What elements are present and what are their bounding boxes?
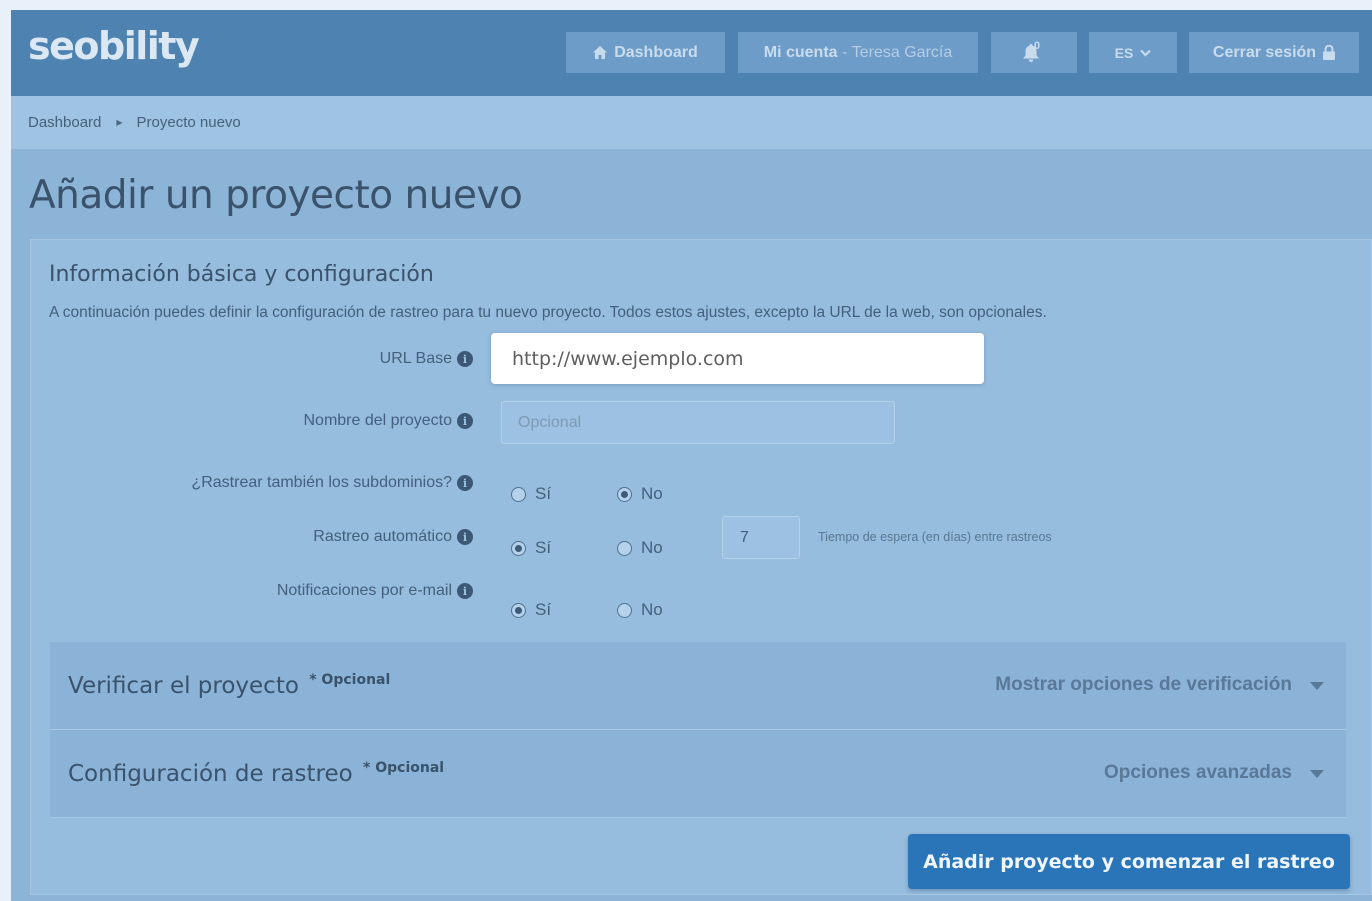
logout-button[interactable]: Cerrar sesión [1189, 32, 1359, 73]
optional-badge: * Opcional [363, 760, 445, 776]
subdomains-label: ¿Rastrear también los subdominios? i [191, 472, 473, 494]
chevron-down-icon [1140, 49, 1152, 57]
seobility-logo[interactable]: seobility [28, 24, 200, 68]
radio-label: Sí [535, 484, 552, 503]
crawl-interval-hint: Tiempo de espera (en días) entre rastreo… [818, 530, 1052, 544]
verify-project-section[interactable]: Verificar el proyecto * Opcional Mostrar… [50, 642, 1346, 729]
auto-crawl-label-text: Rastreo automático [313, 528, 452, 545]
radio-label: No [641, 484, 663, 503]
notifications-button[interactable]: 0 [991, 32, 1077, 73]
info-icon[interactable]: i [457, 583, 473, 599]
subdomains-no-radio[interactable]: No [617, 483, 663, 505]
crawl-interval-days-input[interactable] [722, 516, 800, 559]
optional-badge: * Opcional [309, 672, 391, 688]
radio-circle-checked-icon [617, 486, 632, 502]
auto-crawl-yes-radio[interactable]: Sí [511, 537, 551, 559]
page-title: Añadir un proyecto nuevo [29, 173, 523, 218]
auto-crawl-label: Rastreo automático i [313, 526, 473, 548]
verify-section-title: Verificar el proyecto * Opcional [68, 672, 390, 699]
email-notifications-yes-radio[interactable]: Sí [511, 599, 551, 621]
project-form-panel: Información básica y configuración A con… [30, 239, 1372, 895]
account-nav-button[interactable]: Mi cuenta - Teresa García [738, 32, 978, 73]
verify-options-toggle[interactable]: Mostrar opciones de verificación [995, 674, 1324, 696]
dashboard-nav-button[interactable]: Dashboard [566, 32, 725, 73]
radio-circle-checked-icon [511, 540, 526, 556]
advanced-options-toggle-label: Opciones avanzadas [1104, 762, 1292, 783]
info-icon[interactable]: i [457, 351, 473, 367]
project-name-input[interactable] [501, 401, 895, 444]
advanced-options-toggle[interactable]: Opciones avanzadas [1104, 762, 1324, 784]
language-label: ES [1114, 44, 1134, 61]
verify-options-toggle-label: Mostrar opciones de verificación [995, 674, 1292, 695]
language-dropdown[interactable]: ES [1089, 32, 1177, 73]
subdomains-label-text: ¿Rastrear también los subdominios? [191, 474, 452, 491]
add-project-submit-button[interactable]: Añadir proyecto y comenzar el rastreo [908, 834, 1350, 889]
radio-label: Sí [535, 538, 552, 557]
caret-down-icon [1310, 762, 1324, 784]
url-base-input[interactable] [491, 333, 984, 384]
account-nav-separator: - [837, 43, 852, 61]
caret-down-icon [1310, 674, 1324, 696]
url-base-label: URL Base i [380, 348, 473, 370]
radio-circle-icon [617, 602, 632, 618]
email-notifications-no-radio[interactable]: No [617, 599, 663, 621]
crawl-section-title: Configuración de rastreo * Opcional [68, 760, 444, 787]
verify-section-title-text: Verificar el proyecto [68, 673, 299, 699]
email-notifications-label-text: Notificaciones por e-mail [276, 582, 452, 599]
radio-label: Sí [535, 600, 552, 619]
radio-label: No [641, 538, 663, 557]
home-icon [593, 46, 608, 59]
crawl-config-section[interactable]: Configuración de rastreo * Opcional Opci… [50, 730, 1346, 817]
info-icon[interactable]: i [457, 475, 473, 491]
url-base-label-text: URL Base [379, 350, 452, 367]
dashboard-nav-label: Dashboard [614, 43, 698, 61]
notifications-count: 0 [1033, 39, 1041, 52]
app-window: seobility Dashboard Mi cuenta - Teresa G… [11, 10, 1372, 901]
auto-crawl-no-radio[interactable]: No [617, 537, 663, 559]
project-name-label-text: Nombre del proyecto [303, 412, 452, 429]
account-nav-label: Mi cuenta [763, 43, 838, 61]
radio-circle-icon [511, 486, 526, 502]
project-name-label: Nombre del proyecto i [303, 410, 473, 432]
lock-icon [1323, 45, 1336, 60]
section-divider [50, 817, 1346, 818]
radio-label: No [641, 600, 663, 619]
radio-circle-icon [617, 540, 632, 556]
crawl-section-title-text: Configuración de rastreo [68, 761, 353, 787]
breadcrumb-separator-icon: ▶ [116, 118, 123, 127]
info-icon[interactable]: i [457, 413, 473, 429]
info-icon[interactable]: i [457, 529, 473, 545]
radio-circle-checked-icon [511, 602, 526, 618]
logout-label: Cerrar sesión [1212, 43, 1317, 61]
email-notifications-label: Notificaciones por e-mail i [277, 580, 473, 602]
breadcrumb: Dashboard ▶ Proyecto nuevo [11, 96, 1372, 149]
panel-description: A continuación puedes definir la configu… [49, 304, 1047, 321]
top-navigation-bar: seobility Dashboard Mi cuenta - Teresa G… [11, 10, 1372, 96]
subdomains-yes-radio[interactable]: Sí [511, 483, 551, 505]
breadcrumb-current: Proyecto nuevo [136, 114, 241, 131]
breadcrumb-dashboard-link[interactable]: Dashboard [28, 114, 101, 131]
account-user-name: Teresa García [851, 43, 953, 61]
panel-title: Información básica y configuración [49, 262, 434, 287]
